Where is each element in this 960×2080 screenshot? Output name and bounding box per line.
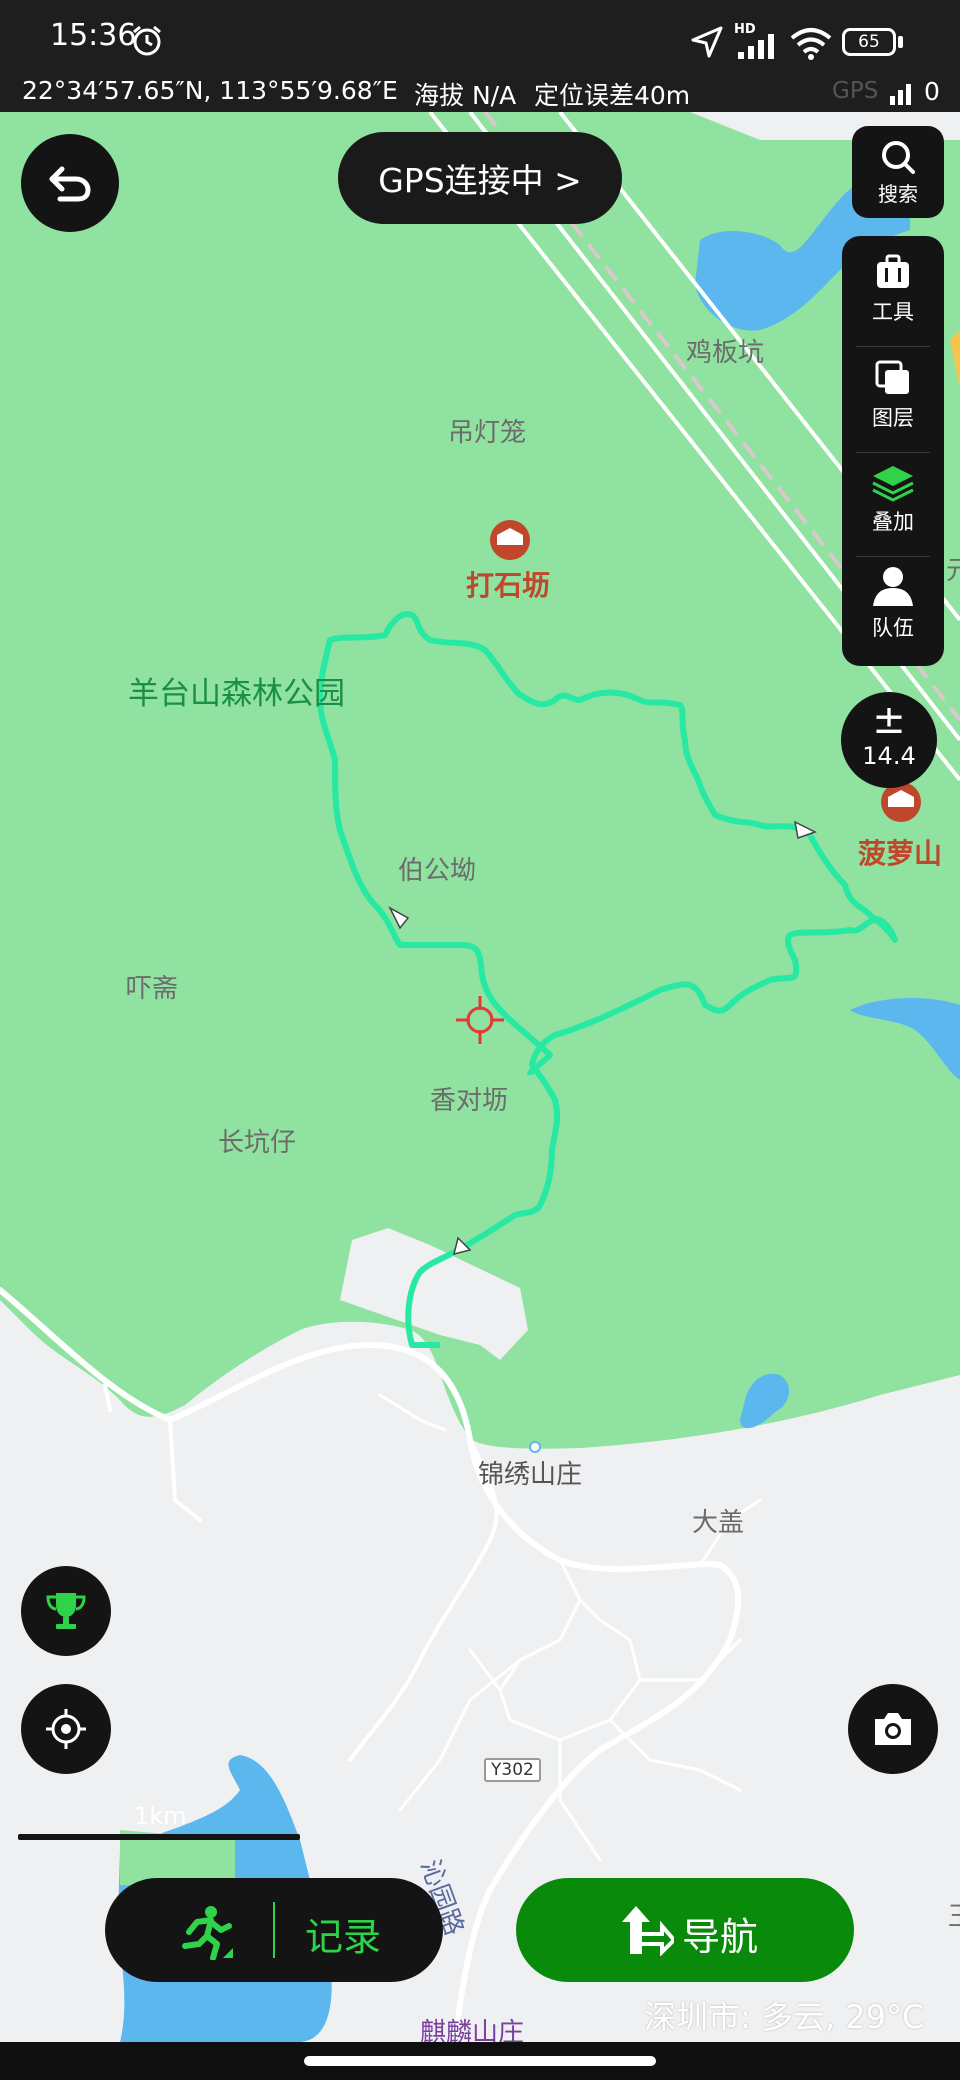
system-nav-bar bbox=[0, 2042, 960, 2080]
briefcase-icon bbox=[877, 254, 909, 288]
signal-icon bbox=[738, 34, 774, 59]
locate-button[interactable] bbox=[21, 1684, 111, 1774]
gps-info-bar: 22°34′57.65″N, 113°55′9.68″E 海拔 N/A 定位误差… bbox=[0, 76, 960, 112]
label-park: 羊台山森林公园 bbox=[128, 676, 345, 712]
gps-label: GPS bbox=[832, 78, 879, 104]
label-diaodenglong: 吊灯笼 bbox=[448, 418, 527, 448]
scale-bar bbox=[18, 1834, 300, 1840]
status-time: 15:36 bbox=[50, 18, 137, 53]
layers-copy-icon bbox=[875, 360, 909, 394]
record-button[interactable]: 记录 bbox=[105, 1878, 443, 1982]
label-jinxiu: 锦绣山庄 bbox=[478, 1460, 583, 1490]
runner-icon bbox=[182, 1906, 233, 1960]
label-jibankeng: 鸡板坑 bbox=[686, 338, 765, 368]
wifi-icon bbox=[790, 28, 832, 60]
battery-level: 65 bbox=[858, 32, 880, 52]
zoom-button[interactable]: ± 14.4 bbox=[841, 692, 937, 788]
label-boluoshan: 菠萝山 bbox=[858, 837, 943, 870]
label-dashifang: 打石坜 bbox=[466, 569, 551, 602]
layers-label: 图层 bbox=[872, 406, 914, 430]
search-label: 搜索 bbox=[878, 182, 918, 206]
record-divider bbox=[273, 1902, 275, 1958]
coordinates: 22°34′57.65″N, 113°55′9.68″E bbox=[22, 76, 398, 105]
label-changkengzai: 长坑仔 bbox=[218, 1128, 297, 1158]
weather-text: 深圳市: 多云, 29°C bbox=[644, 1998, 925, 2036]
stack-icon bbox=[872, 466, 914, 502]
alarm-icon bbox=[133, 25, 161, 56]
label-edge-wang: 王 bbox=[948, 1896, 960, 1933]
tool-panel: 工具 图层 叠加 队伍 bbox=[842, 236, 944, 666]
camera-button[interactable] bbox=[848, 1684, 938, 1774]
navigate-button[interactable]: 导航 bbox=[516, 1878, 854, 1982]
nav-arrow-icon bbox=[622, 1906, 674, 1956]
team-label: 队伍 bbox=[872, 616, 914, 640]
tools-button[interactable]: 工具 bbox=[842, 252, 944, 326]
road-badge-y302: Y302 bbox=[484, 1758, 541, 1782]
home-indicator[interactable] bbox=[304, 2056, 656, 2066]
status-bar: 15:36 HD 65 bbox=[0, 0, 960, 80]
navigate-label: 导航 bbox=[682, 1915, 759, 1959]
gps-status-button[interactable]: GPS连接中 > bbox=[338, 132, 622, 224]
zoom-level: 14.4 bbox=[862, 742, 916, 770]
search-icon bbox=[882, 141, 915, 174]
scale-label: 1km bbox=[134, 1802, 187, 1830]
gps-signal-icon bbox=[890, 84, 911, 105]
altitude: 海拔 N/A bbox=[414, 81, 517, 110]
back-button[interactable] bbox=[21, 134, 119, 232]
forest-park-area bbox=[0, 112, 960, 1449]
map-canvas[interactable] bbox=[0, 112, 960, 2042]
accuracy: 定位误差40m bbox=[534, 81, 691, 110]
poi-boluoshan bbox=[881, 782, 921, 822]
tools-label: 工具 bbox=[872, 300, 914, 324]
gps-status-label: GPS连接中 > bbox=[378, 161, 582, 200]
zoom-symbol: ± bbox=[872, 697, 906, 743]
label-bogongao: 伯公坳 bbox=[398, 856, 477, 886]
trophy-icon bbox=[46, 1593, 86, 1629]
label-dagai: 大盖 bbox=[692, 1508, 745, 1538]
location-arrow-icon bbox=[691, 26, 723, 58]
team-button[interactable]: 队伍 bbox=[842, 564, 944, 642]
label-edge-yuan: 元 bbox=[946, 556, 960, 586]
gps-count: 0 bbox=[924, 77, 940, 106]
battery-icon: 65 bbox=[842, 28, 896, 56]
back-icon bbox=[49, 166, 91, 202]
person-icon bbox=[873, 567, 913, 606]
overlay-label: 叠加 bbox=[872, 510, 914, 534]
record-label: 记录 bbox=[305, 1915, 382, 1959]
camera-icon bbox=[875, 1713, 911, 1745]
locate-icon bbox=[46, 1709, 86, 1749]
overlay-button[interactable]: 叠加 bbox=[842, 462, 944, 536]
layers-button[interactable]: 图层 bbox=[842, 358, 944, 432]
jinxiu-marker bbox=[529, 1441, 541, 1453]
map-view[interactable]: 鸡板坑 吊灯笼 打石坜 羊台山森林公园 伯公坳 菠萝山 吓斋 香对坜 长坑仔 锦… bbox=[0, 112, 960, 2042]
achievements-button[interactable] bbox=[21, 1566, 111, 1656]
label-xiangduifang: 香对坜 bbox=[430, 1086, 509, 1116]
label-xiazhai: 吓斋 bbox=[126, 974, 179, 1004]
poi-dashifang bbox=[490, 520, 530, 560]
search-button[interactable]: 搜索 bbox=[852, 126, 944, 218]
label-qilin: 麒麟山庄 bbox=[420, 2018, 525, 2042]
